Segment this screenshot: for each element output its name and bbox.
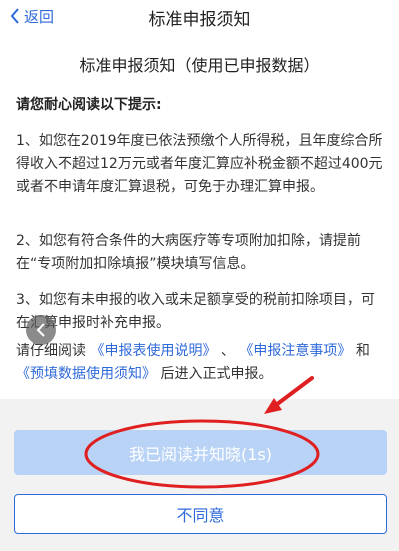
notice-hint: 请您耐心阅读以下提示: [16,97,162,113]
read-prefix: 请仔细阅读 [16,343,86,359]
notice-read-instruction: 请仔细阅读 《申报表使用说明》 、 《申报注意事项》 和 《预填数据使用须知》 … [16,340,388,386]
link-prefill-notice[interactable]: 《预填数据使用须知》 [16,366,156,382]
notice-title: 标准申报须知（使用已申报数据） [79,56,320,75]
page-title: 标准申报须知 [148,10,251,30]
read-separator: 、 [220,343,235,359]
read-and: 和 [355,343,370,359]
notice-content: 标准申报须知（使用已申报数据） 请您耐心阅读以下提示: 1、如您在2019年度已… [0,34,399,399]
link-filing-notes[interactable]: 《申报注意事项》 [239,343,351,359]
navbar: 返回 标准申报须知 [0,0,399,34]
notice-item-3: 3、如您有未申报的收入或未足额享受的税前扣除项目，可在汇算申报时补充申报。 [16,292,375,331]
notice-item-1: 1、如您在2019年度已依法预缴个人所得税，且年度综合所得收入不超过12万元或者… [16,133,383,195]
agree-button[interactable]: 我已阅读并知晓(1s) [14,430,387,475]
notice-item-2: 2、如您有符合条件的大病医疗等专项附加扣除，请提前在“专项附加扣除填报”模块填写… [16,233,361,272]
action-footer: 我已阅读并知晓(1s) 不同意 [0,399,399,551]
disagree-button[interactable]: 不同意 [14,494,387,534]
floating-back-icon [36,323,45,337]
link-form-instructions[interactable]: 《申报表使用说明》 [90,343,216,359]
read-suffix: 后进入正式申报。 [160,366,273,382]
floating-back-button[interactable] [26,315,56,345]
